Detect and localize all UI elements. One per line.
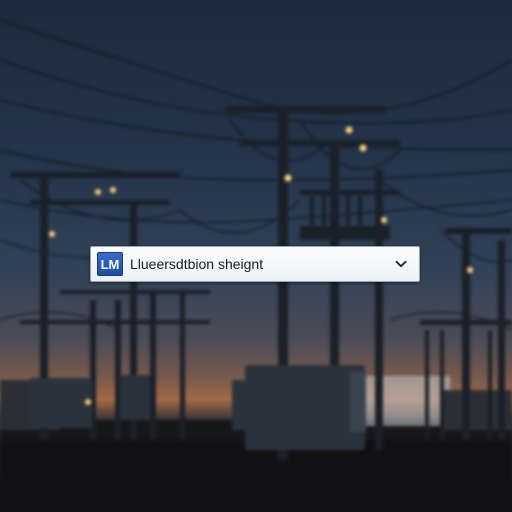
lm-badge-icon: LM (97, 252, 123, 276)
chevron-down-icon[interactable] (393, 256, 409, 272)
substation-dusk-background: LM Llueersdtbion sheignt (0, 0, 512, 512)
selection-dropdown[interactable]: LM Llueersdtbion sheignt (90, 246, 420, 282)
dropdown-selected-label: Llueersdtbion sheignt (130, 256, 264, 272)
